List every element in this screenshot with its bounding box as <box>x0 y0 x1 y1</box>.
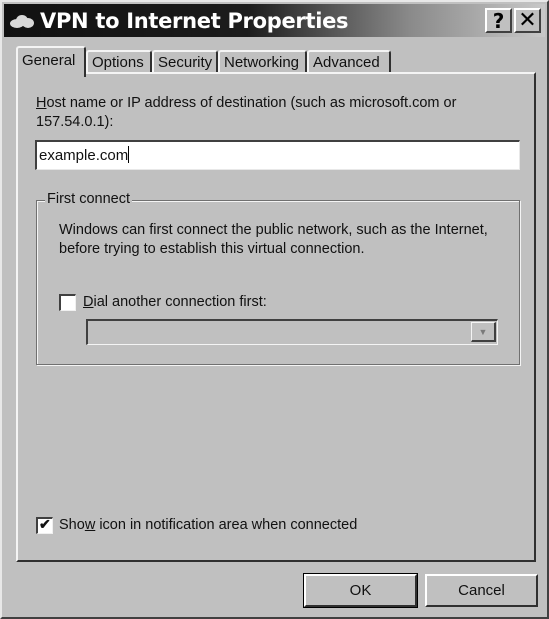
dial-another-checkbox[interactable] <box>59 294 76 311</box>
ok-button[interactable]: OK <box>303 573 418 608</box>
host-input[interactable]: example.com <box>35 140 520 170</box>
window-title: VPN to Internet Properties <box>40 8 349 33</box>
cancel-label: Cancel <box>458 582 505 599</box>
accelerator-key: w <box>84 517 96 533</box>
help-icon: ? <box>492 8 505 33</box>
close-button[interactable]: ✕ <box>514 8 541 33</box>
show-icon-label[interactable]: Show icon in notification area when conn… <box>59 517 357 533</box>
tab-label: Advanced <box>313 54 380 71</box>
tab-options[interactable]: Options <box>86 50 152 74</box>
tab-label: Networking <box>224 54 300 71</box>
first-connect-group: First connect Windows can first connect … <box>36 191 520 365</box>
text-caret <box>128 146 130 163</box>
cancel-button[interactable]: Cancel <box>425 574 538 607</box>
help-button[interactable]: ? <box>485 8 512 33</box>
dropdown-button[interactable]: ▼ <box>471 322 496 342</box>
tab-general[interactable]: General <box>16 46 86 77</box>
tab-label: Options <box>92 54 144 71</box>
show-label-text: Sho <box>59 517 85 533</box>
network-cloud-icon <box>10 14 34 28</box>
tab-label: Security <box>158 54 213 71</box>
dial-label-text: ial another connection first: <box>93 294 267 310</box>
tab-security[interactable]: Security <box>152 50 218 74</box>
first-connect-description: Windows can first connect the public net… <box>59 222 488 257</box>
checkmark-icon: ✔ <box>39 516 51 532</box>
group-legend: First connect <box>45 191 132 207</box>
title-bar: VPN to Internet Properties ? ✕ <box>4 4 545 37</box>
chevron-down-icon: ▼ <box>478 326 488 337</box>
host-label-text: ost name or IP address of destination (s… <box>36 95 457 130</box>
tab-networking[interactable]: Networking <box>218 50 307 74</box>
show-icon-checkbox[interactable]: ✔ <box>36 516 53 534</box>
properties-dialog: VPN to Internet Properties ? ✕ General O… <box>0 0 549 619</box>
close-icon: ✕ <box>518 8 537 33</box>
host-input-value: example.com <box>39 147 129 164</box>
tab-label: General <box>22 52 76 69</box>
accelerator-key: D <box>83 294 94 310</box>
show-label-text: icon in notification area when connected <box>95 517 358 533</box>
tab-advanced[interactable]: Advanced <box>307 50 391 74</box>
dial-connection-select[interactable]: ▼ <box>86 319 498 345</box>
dial-another-label[interactable]: Dial another connection first: <box>83 294 267 310</box>
ok-label: OK <box>349 582 372 599</box>
general-tab-panel: Host name or IP address of destination (… <box>16 72 536 562</box>
host-label: Host name or IP address of destination (… <box>36 94 506 132</box>
accelerator-key: H <box>36 95 47 111</box>
